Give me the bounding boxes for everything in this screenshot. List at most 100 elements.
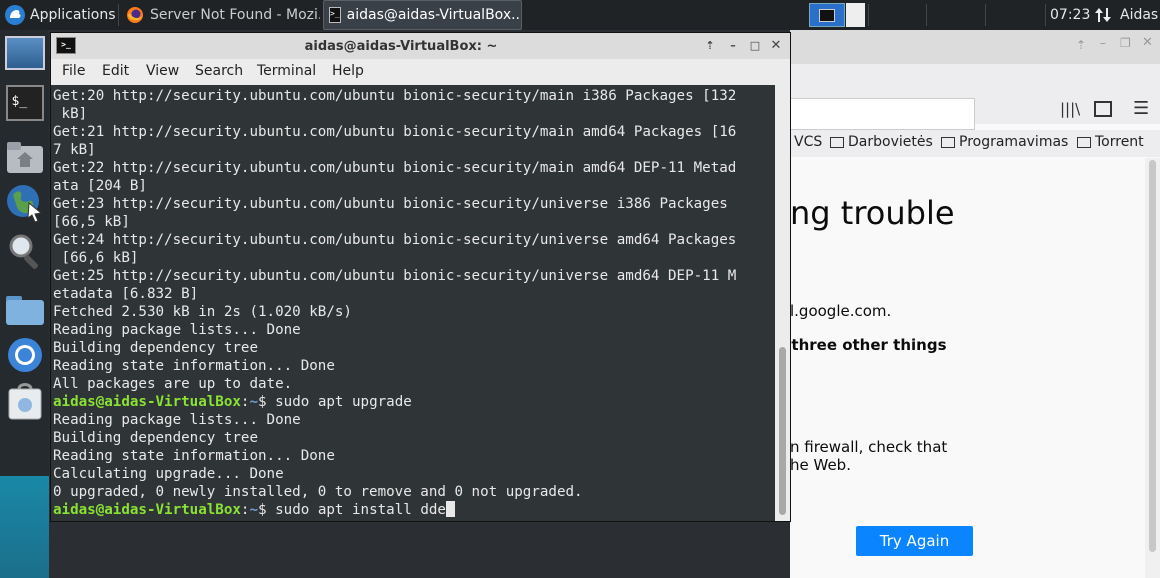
close-icon[interactable]: ✕ xyxy=(769,39,783,53)
applications-menu-button[interactable]: Applications xyxy=(4,0,116,30)
scrollbar-thumb[interactable] xyxy=(779,347,786,515)
panel-separator xyxy=(118,4,119,26)
web-browser-icon[interactable] xyxy=(4,182,45,224)
prompt-path: ~ xyxy=(249,394,259,410)
folder-icon xyxy=(941,136,955,148)
output-line: Building dependency tree xyxy=(53,430,258,446)
menu-file[interactable]: File xyxy=(62,63,85,79)
firefox-scrollbar[interactable] xyxy=(1145,158,1160,578)
bookmark-label: Darbovietės xyxy=(848,134,933,150)
menu-view[interactable]: View xyxy=(146,63,179,79)
terminal-scrollbar[interactable] xyxy=(775,85,790,521)
menu-edit[interactable]: Edit xyxy=(102,63,129,79)
output-line: Reading package lists... Done xyxy=(53,322,301,338)
try-again-button[interactable]: Try Again xyxy=(856,526,973,556)
output-line: All packages are up to date. xyxy=(53,376,293,392)
url-bar[interactable] xyxy=(790,98,975,130)
user-menu[interactable]: Aidas xyxy=(1120,0,1160,30)
output-line: Get:25 http://security.ubuntu.com/ubuntu… xyxy=(53,268,737,284)
output-line: Building dependency tree xyxy=(53,340,258,356)
output-line: Get:20 http://security.ubuntu.com/ubuntu… xyxy=(53,88,737,104)
output-line: Get:21 http://security.ubuntu.com/ubuntu… xyxy=(53,124,737,140)
xfce-mouse-icon xyxy=(4,4,26,26)
output-line: ata [204 B] xyxy=(53,178,147,194)
bookmark-vcs[interactable]: VCS xyxy=(794,134,822,150)
applications-label: Applications xyxy=(30,7,116,23)
maximize-icon[interactable]: □ xyxy=(748,39,762,53)
output-line: Reading state information... Done xyxy=(53,358,335,374)
network-updown-icon[interactable] xyxy=(1094,0,1114,30)
window-up-icon[interactable]: ⇡ xyxy=(1076,38,1086,52)
output-line: 0 upgraded, 0 newly installed, 0 to remo… xyxy=(53,484,583,500)
output-line: Reading state information... Done xyxy=(53,448,335,464)
library-icon[interactable]: |||\ xyxy=(1060,100,1080,118)
panel-separator xyxy=(1045,4,1046,26)
dock: $_ xyxy=(0,30,49,578)
output-line: Calculating upgrade... Done xyxy=(53,466,284,482)
bookmark-folder-torrent[interactable]: Torrent xyxy=(1077,134,1144,150)
terminal-icon: >_ xyxy=(329,7,341,23)
workspace-1[interactable] xyxy=(809,3,845,27)
panel-separator xyxy=(985,4,986,26)
desktop-wallpaper-strip xyxy=(0,476,49,578)
minimize-icon[interactable]: – xyxy=(1100,36,1106,50)
restore-icon[interactable]: ❐ xyxy=(1120,36,1131,50)
task-label: aidas@aidas-VirtualBox... xyxy=(346,7,522,23)
hamburger-menu-icon[interactable]: ☰ xyxy=(1133,98,1149,119)
output-line: Get:24 http://security.ubuntu.com/ubuntu… xyxy=(53,232,737,248)
firefox-titlebar[interactable]: ⇡ – ❐ ✕ xyxy=(790,30,1160,64)
sidebar-icon[interactable] xyxy=(1094,101,1112,117)
prompt-user: aidas@aidas-VirtualBox xyxy=(53,394,241,410)
bookmark-label: VCS xyxy=(794,134,823,150)
prompt-path: ~ xyxy=(249,502,259,518)
terminal-icon xyxy=(819,8,835,22)
panel-separator xyxy=(868,4,869,26)
folder-icon[interactable] xyxy=(4,288,45,330)
task-label: Server Not Found - Mozi... xyxy=(150,7,320,23)
minimize-icon[interactable]: – xyxy=(726,39,740,53)
terminal-titlebar[interactable]: >_ aidas@aidas-VirtualBox: ~ ⇡ – □ ✕ xyxy=(51,33,790,59)
menu-help[interactable]: Help xyxy=(332,63,364,79)
software-center-icon[interactable] xyxy=(4,380,45,422)
terminal-launcher-icon[interactable]: $_ xyxy=(4,82,45,124)
output-line: Get:22 http://security.ubuntu.com/ubuntu… xyxy=(53,160,737,176)
bookmark-folder-darbovietes[interactable]: Darbovietės xyxy=(830,134,933,150)
output-line: 7 kB] xyxy=(53,142,96,158)
task-firefox[interactable]: Server Not Found - Mozi... xyxy=(123,0,320,30)
workspace-switcher[interactable] xyxy=(809,0,866,30)
error-page: ng trouble l.google.com. e three other t… xyxy=(790,158,1140,578)
window-up-icon[interactable]: ⇡ xyxy=(703,39,717,53)
bookmark-label: Torrent xyxy=(1095,134,1144,150)
bookmark-folder-programavimas[interactable]: Programavimas xyxy=(941,134,1068,150)
prompt-user: aidas@aidas-VirtualBox xyxy=(53,502,241,518)
output-line: etadata [6.832 B] xyxy=(53,286,199,302)
menu-search[interactable]: Search xyxy=(195,63,243,79)
scrollbar-thumb[interactable] xyxy=(1149,160,1156,552)
output-line: Fetched 2.530 kB in 2s (1.020 kB/s) xyxy=(53,304,352,320)
output-line: [66,6 kB] xyxy=(53,250,139,266)
error-text: n firewall, check that xyxy=(790,438,948,456)
prompt-line[interactable]: aidas@aidas-VirtualBox:~$ sudo apt insta… xyxy=(53,501,455,518)
home-folder-icon[interactable] xyxy=(4,136,45,178)
search-icon[interactable] xyxy=(4,230,45,272)
command-input[interactable]: sudo apt install dde xyxy=(275,502,446,518)
panel-separator xyxy=(926,4,927,26)
bookmark-label: Programavimas xyxy=(959,134,1069,150)
command: sudo apt upgrade xyxy=(275,394,412,410)
terminal-window[interactable]: >_ aidas@aidas-VirtualBox: ~ ⇡ – □ ✕ Fil… xyxy=(50,32,791,522)
bookmarks-toolbar: VCS Darbovietės Programavimas Torrent xyxy=(790,130,1160,157)
output-line: Reading package lists... Done xyxy=(53,412,301,428)
menu-terminal[interactable]: Terminal xyxy=(257,63,316,79)
firefox-window[interactable]: ⇡ – ❐ ✕ ••• ★ |||\ ☰ VCS Darbovietės Pro… xyxy=(790,30,1160,578)
terminal-menubar: File Edit View Search Terminal Help xyxy=(51,59,790,85)
close-icon[interactable]: ✕ xyxy=(1142,35,1153,50)
show-desktop-icon[interactable] xyxy=(4,32,45,74)
task-terminal[interactable]: >_ aidas@aidas-VirtualBox... xyxy=(323,0,522,30)
workspace-2[interactable] xyxy=(846,3,865,27)
chromium-icon[interactable] xyxy=(4,334,45,376)
window-title: aidas@aidas-VirtualBox: ~ xyxy=(304,39,498,54)
error-heading: ng trouble xyxy=(790,194,955,232)
clock[interactable]: 07:23 xyxy=(1050,0,1090,30)
terminal-output[interactable]: Get:20 http://security.ubuntu.com/ubuntu… xyxy=(51,85,775,521)
output-line: kB] xyxy=(53,106,88,122)
